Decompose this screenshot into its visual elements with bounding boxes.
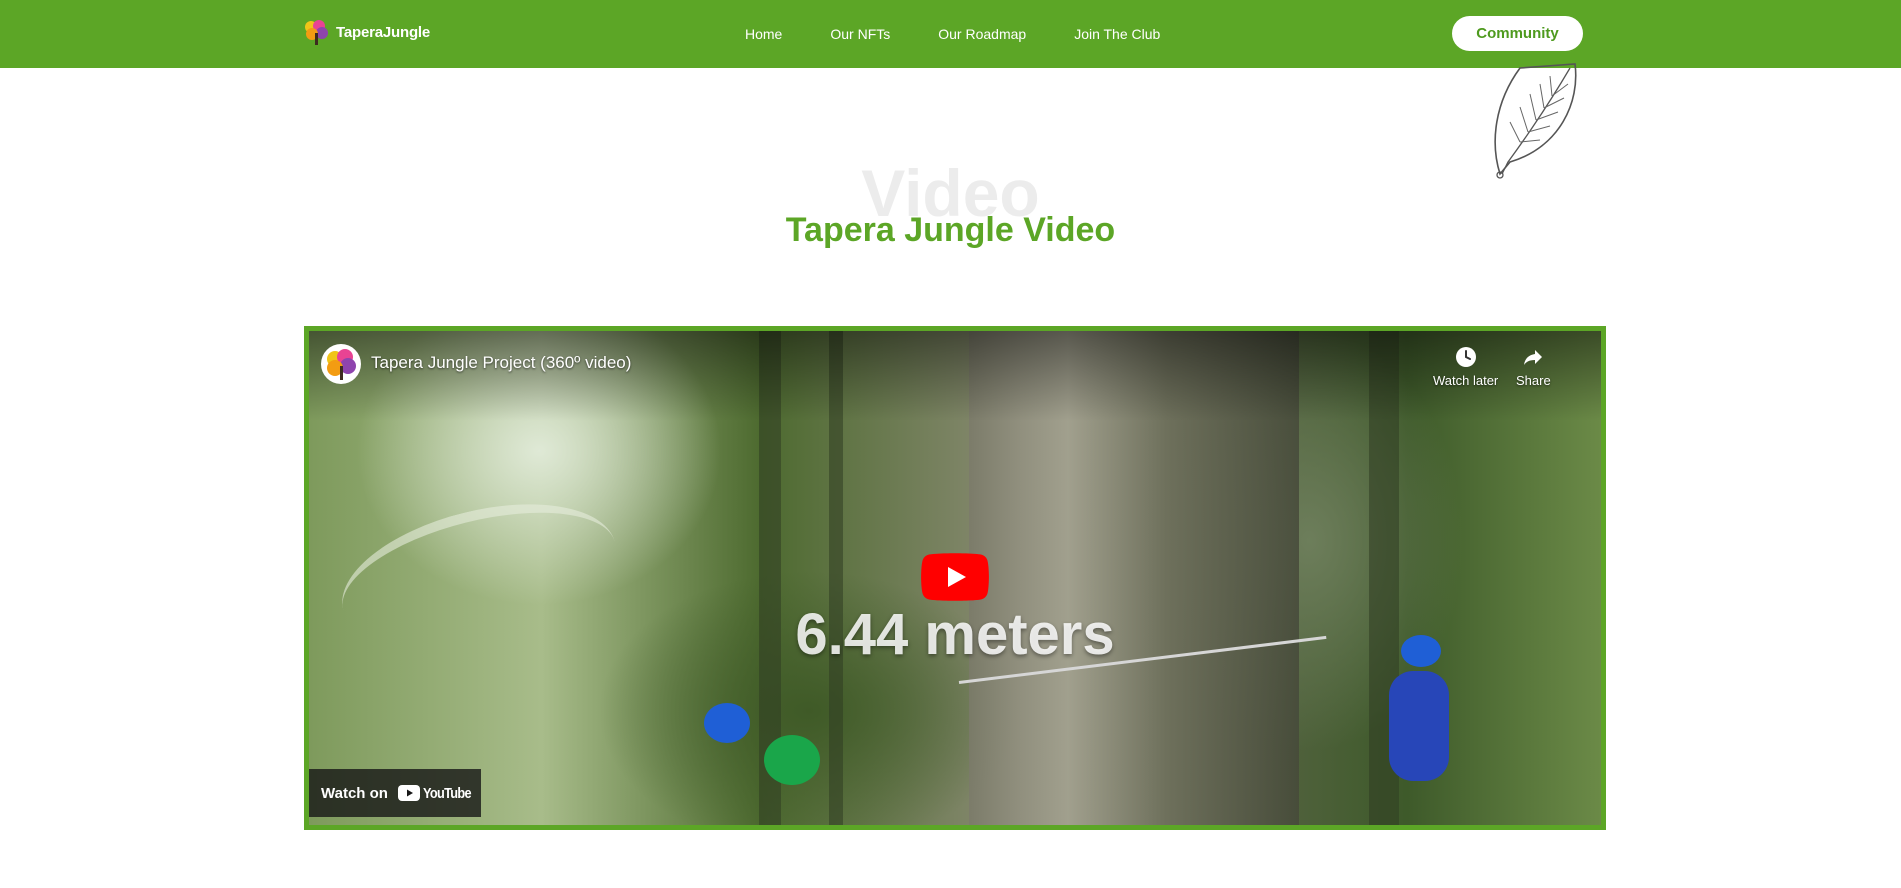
play-button[interactable] (921, 553, 989, 601)
nav-join-the-club[interactable]: Join The Club (1074, 26, 1160, 42)
share-arrow-icon (1524, 350, 1543, 365)
main-nav: Home Our NFTs Our Roadmap Join The Club (745, 0, 1208, 68)
video-still-helmet (764, 735, 820, 785)
youtube-logo-icon: YouTube (397, 784, 479, 802)
youtube-wordmark: YouTube (422, 784, 472, 802)
site-header: TaperaJungle Home Our NFTs Our Roadmap J… (0, 0, 1901, 68)
tree-logo-icon (305, 20, 328, 45)
video-still-helmet (704, 703, 750, 743)
share-label: Share (1516, 373, 1551, 388)
watch-on-youtube-button[interactable]: Watch on YouTube (309, 769, 481, 817)
play-button-icon (921, 553, 989, 601)
watch-later-button[interactable]: Watch later (1433, 345, 1498, 388)
channel-avatar[interactable] (321, 344, 361, 384)
watch-on-label: Watch on (321, 784, 388, 802)
watch-later-label: Watch later (1433, 373, 1499, 388)
site-logo[interactable]: TaperaJungle (302, 16, 430, 48)
video-player[interactable]: 6.44 meters Tapera Jungle Project (360º … (304, 326, 1606, 830)
video-still-person (1389, 671, 1449, 781)
nav-home[interactable]: Home (745, 26, 782, 42)
community-button[interactable]: Community (1452, 16, 1583, 51)
clock-icon (1455, 347, 1476, 367)
video-frame-caption: 6.44 meters (795, 602, 1115, 667)
logo-text: TaperaJungle (336, 23, 431, 41)
section-title: Tapera Jungle Video (785, 211, 1116, 249)
tree-logo-icon (327, 349, 356, 380)
nav-our-nfts[interactable]: Our NFTs (830, 26, 890, 42)
video-title[interactable]: Tapera Jungle Project (360º video) (371, 353, 631, 373)
youtube-play-mark-icon (397, 785, 420, 801)
nav-our-roadmap[interactable]: Our Roadmap (938, 26, 1026, 42)
share-button[interactable]: Share (1516, 345, 1551, 388)
video-top-gradient (309, 331, 1601, 421)
